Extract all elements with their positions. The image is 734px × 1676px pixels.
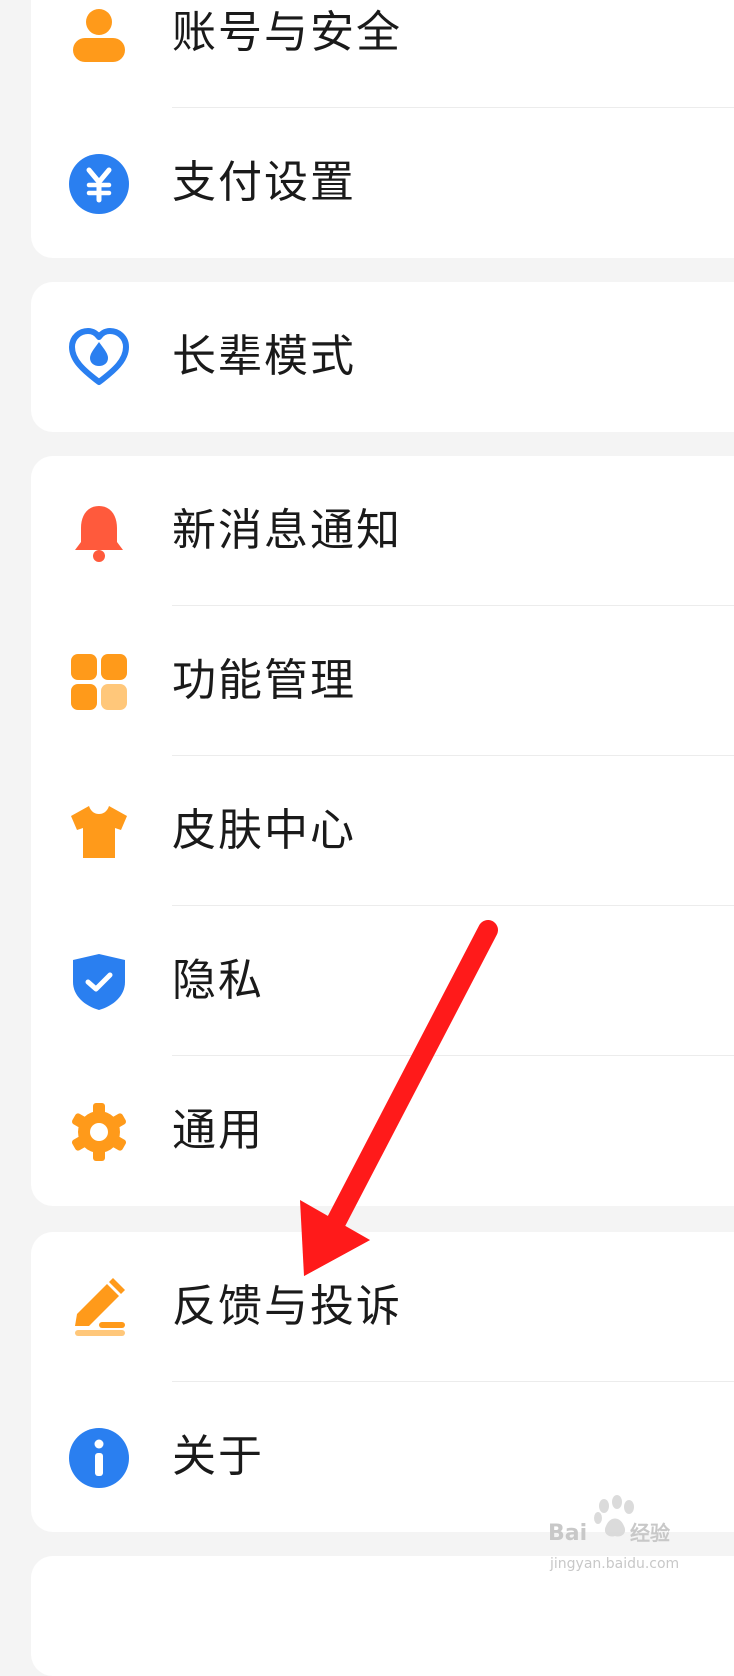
settings-item-label: 皮肤中心 — [172, 805, 356, 856]
settings-item-skin-center[interactable]: 皮肤中心 — [31, 756, 734, 906]
settings-item-label: 长辈模式 — [172, 331, 356, 382]
heart-icon — [67, 326, 131, 390]
baidu-watermark: Bai 经验 jingyan.baidu.com — [548, 1495, 679, 1572]
tshirt-icon — [67, 800, 131, 864]
settings-item-label: 通用 — [172, 1105, 264, 1156]
grid-icon — [67, 650, 131, 714]
settings-group-general: 新消息通知 功能管理 皮肤中心 隐私 通用 — [31, 456, 734, 1206]
svg-text:经验: 经验 — [630, 1521, 670, 1545]
svg-text:jingyan.baidu.com: jingyan.baidu.com — [549, 1556, 679, 1572]
settings-item-feedback[interactable]: 反馈与投诉 — [31, 1232, 734, 1382]
settings-item-general[interactable]: 通用 — [31, 1056, 734, 1206]
settings-item-label: 关于 — [172, 1431, 264, 1482]
yuan-icon — [67, 152, 131, 216]
settings-item-label: 新消息通知 — [172, 505, 402, 556]
settings-item-label: 支付设置 — [172, 157, 356, 208]
info-icon — [67, 1426, 131, 1490]
settings-item-privacy[interactable]: 隐私 — [31, 906, 734, 1056]
bell-icon — [67, 500, 131, 564]
settings-item-label: 隐私 — [172, 955, 264, 1006]
settings-item-elder-mode[interactable]: 长辈模式 — [31, 282, 734, 432]
person-icon — [67, 2, 131, 66]
settings-item-account-security[interactable]: 账号与安全 — [31, 0, 734, 108]
pencil-icon — [67, 1276, 131, 1340]
settings-group-support: 反馈与投诉 关于 — [31, 1232, 734, 1532]
svg-text:Bai: Bai — [548, 1521, 587, 1546]
settings-item-label: 反馈与投诉 — [172, 1281, 402, 1332]
settings-item-feature-management[interactable]: 功能管理 — [31, 606, 734, 756]
settings-group-account: 账号与安全 支付设置 — [31, 0, 734, 258]
settings-item-label: 账号与安全 — [172, 7, 402, 58]
settings-group-elder: 长辈模式 — [31, 282, 734, 432]
settings-item-label: 功能管理 — [172, 655, 356, 706]
gear-icon — [67, 1100, 131, 1164]
settings-item-notifications[interactable]: 新消息通知 — [31, 456, 734, 606]
settings-item-payment[interactable]: 支付设置 — [31, 108, 734, 258]
shield-check-icon — [67, 950, 131, 1014]
